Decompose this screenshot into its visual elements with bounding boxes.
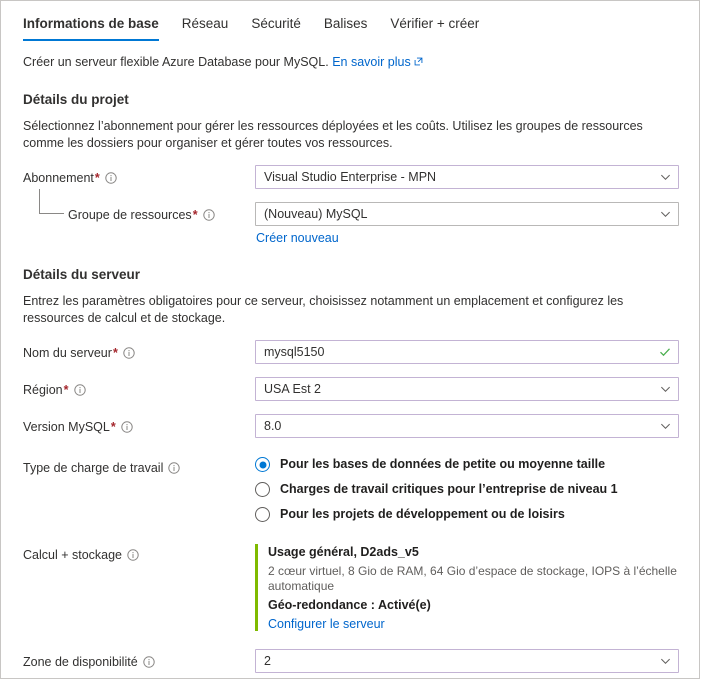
radio-option-label: Charges de travail critiques pour l’entr… [280,482,618,496]
mysql-version-row: Version MySQL* 8.0 [1,414,699,438]
radio-icon-selected [255,457,270,472]
create-mysql-flexible-server-page: Informations de base Réseau Sécurité Bal… [0,0,700,679]
workload-type-row: Type de charge de travail Pour les bases… [1,455,699,522]
region-label: Région [23,383,63,397]
radio-icon [255,482,270,497]
availability-zone-row: Zone de disponibilité 2 [1,649,699,673]
mysql-version-field: 8.0 [255,414,679,438]
info-icon[interactable] [168,462,181,474]
compute-specs: 2 cœur virtuel, 8 Gio de RAM, 64 Gio d’e… [268,564,677,593]
tab-balises[interactable]: Balises [324,16,368,41]
resource-group-value: (Nouveau) MySQL [264,207,368,221]
info-icon[interactable] [121,421,133,433]
region-field: USA Est 2 [255,377,679,401]
server-name-label-wrap: Nom du serveur* [23,340,255,361]
compute-storage-row: Calcul + stockage Usage général, D2ads_v… [1,542,699,631]
compute-storage-card: Usage général, D2ads_v5 2 cœur virtuel, … [255,544,679,631]
region-value: USA Est 2 [264,382,321,396]
radio-option-label: Pour les projets de développement ou de … [280,507,565,521]
server-name-value: mysql5150 [264,345,325,359]
tree-connector [39,189,64,214]
region-label-wrap: Région* [23,377,255,398]
subscription-label-wrap: Abonnement* [23,165,255,186]
wizard-tab-bar: Informations de base Réseau Sécurité Bal… [1,1,699,41]
availability-zone-value: 2 [264,654,271,668]
server-name-input[interactable]: mysql5150 [255,340,679,364]
required-asterisk: * [63,383,69,397]
server-name-label: Nom du serveur [23,346,112,360]
chevron-down-icon [660,656,671,667]
page-intro: Créer un serveur flexible Azure Database… [1,41,699,70]
availability-zone-label-wrap: Zone de disponibilité [23,649,255,670]
info-icon[interactable] [202,209,215,221]
availability-zone-label: Zone de disponibilité [23,655,138,669]
project-details-heading: Détails du projet [23,92,129,107]
resource-group-label-wrap: Groupe de ressources* [23,189,255,223]
info-icon[interactable] [73,384,86,396]
radio-option-small-medium-db[interactable]: Pour les bases de données de petite ou m… [255,457,679,472]
server-name-field: mysql5150 [255,340,679,364]
tab-securite[interactable]: Sécurité [251,16,301,41]
chevron-down-icon [660,421,671,432]
intro-text: Créer un serveur flexible Azure Database… [23,55,329,69]
mysql-version-dropdown[interactable]: 8.0 [255,414,679,438]
server-details-heading: Détails du serveur [23,267,141,282]
resource-group-row: Groupe de ressources* (Nouveau) MySQL Cr… [1,189,699,245]
radio-icon [255,507,270,522]
learn-more-label: En savoir plus [332,55,411,69]
info-icon[interactable] [127,549,139,561]
compute-storage-label: Calcul + stockage [23,548,123,562]
server-name-row: Nom du serveur* mysql5150 [1,340,699,364]
subscription-value: Visual Studio Enterprise - MPN [264,170,437,184]
required-asterisk: * [94,171,100,185]
green-check-icon [659,346,671,358]
resource-group-label: Groupe de ressources [68,208,192,222]
chevron-down-icon [660,172,671,183]
chevron-down-icon [660,384,671,395]
radio-option-dev-hobby[interactable]: Pour les projets de développement ou de … [255,507,679,522]
required-asterisk: * [192,208,198,222]
resource-group-dropdown[interactable]: (Nouveau) MySQL [255,202,679,226]
radio-option-label: Pour les bases de données de petite ou m… [280,457,606,471]
configure-server-link[interactable]: Configurer le serveur [268,617,385,631]
mysql-version-label: Version MySQL [23,420,110,434]
learn-more-link[interactable]: En savoir plus [332,55,423,69]
subscription-label: Abonnement [23,171,94,185]
region-row: Région* USA Est 2 [1,377,699,401]
required-asterisk: * [110,420,116,434]
info-icon[interactable] [105,172,117,184]
geo-redundancy-status: Géo-redondance : Activé(e) [268,598,431,612]
region-dropdown[interactable]: USA Est 2 [255,377,679,401]
tab-verifier-creer[interactable]: Vérifier + créer [390,16,479,41]
subscription-field: Visual Studio Enterprise - MPN [255,165,679,189]
resource-group-field: (Nouveau) MySQL Créer nouveau [255,202,679,245]
mysql-version-value: 8.0 [264,419,282,433]
info-icon[interactable] [123,347,135,359]
availability-zone-field: 2 [255,649,679,673]
external-link-icon [414,54,423,66]
project-details-description: Sélectionnez l’abonnement pour gérer les… [23,119,643,150]
required-asterisk: * [112,346,118,360]
configure-server-row: Configurer le serveur [268,617,679,631]
workload-type-options: Pour les bases de données de petite ou m… [255,455,679,522]
subscription-row: Abonnement* Visual Studio Enterprise - M… [1,165,699,189]
workload-type-label-wrap: Type de charge de travail [23,455,255,476]
subscription-dropdown[interactable]: Visual Studio Enterprise - MPN [255,165,679,189]
chevron-down-icon [660,209,671,220]
radio-option-tier1-business-critical[interactable]: Charges de travail critiques pour l’entr… [255,482,679,497]
compute-tier: Usage général, D2ads_v5 [268,545,419,559]
info-icon[interactable] [142,656,155,668]
mysql-version-label-wrap: Version MySQL* [23,414,255,435]
create-new-link[interactable]: Créer nouveau [256,231,339,245]
compute-storage-field: Usage général, D2ads_v5 2 cœur virtuel, … [255,542,679,631]
compute-storage-label-wrap: Calcul + stockage [23,542,255,563]
tab-informations-de-base[interactable]: Informations de base [23,16,159,41]
workload-type-label: Type de charge de travail [23,461,164,475]
availability-zone-dropdown[interactable]: 2 [255,649,679,673]
server-details-description: Entrez les paramètres obligatoires pour … [23,294,624,325]
tab-reseau[interactable]: Réseau [182,16,229,41]
create-new-resource-group: Créer nouveau [255,231,679,245]
